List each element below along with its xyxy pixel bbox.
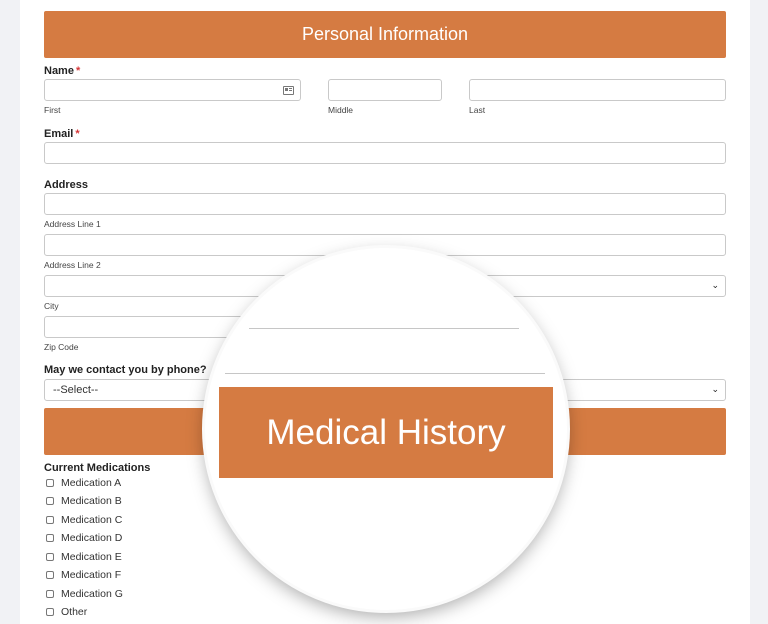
medication-option[interactable]: Medication F [46,569,121,581]
checkbox[interactable] [46,479,54,487]
address-line1-input[interactable] [44,193,726,215]
last-name-sublabel: Last [469,105,486,115]
personal-information-header: Personal Information [44,11,726,58]
contact-by-phone-label: May we contact you by phone? [44,364,207,376]
medication-option[interactable]: Medication C [46,514,122,526]
personal-information-title: Personal Information [301,24,469,44]
current-medications-label: Current Medications [44,462,151,474]
medication-option-label: Medication B [61,495,122,507]
contact-by-phone-selected: --Select-- [53,384,99,396]
medication-option[interactable]: Other [46,606,87,618]
checkbox[interactable] [46,590,54,598]
name-label-text: Name [44,65,74,77]
medication-option[interactable]: Medication B [46,495,122,507]
checkbox[interactable] [46,497,54,505]
medication-option[interactable]: Medication D [46,532,122,544]
checkbox[interactable] [46,608,54,616]
first-name-sublabel: First [44,105,61,115]
magnified-select-edge [225,373,545,374]
chevron-down-icon[interactable]: ⌄ [711,384,719,395]
address-line1-sublabel: Address Line 1 [44,219,101,229]
magnified-medical-history-header: Medical History [219,387,553,478]
medication-option[interactable]: Medication G [46,588,123,600]
medication-option[interactable]: Medication E [46,551,122,563]
email-label: Email * [44,128,80,140]
chevron-down-icon[interactable]: ⌄ [711,280,719,291]
name-label: Name * [44,65,80,77]
checkbox[interactable] [46,553,54,561]
middle-name-input[interactable] [328,79,442,101]
address-line2-sublabel: Address Line 2 [44,260,101,270]
medication-option-label: Medication E [61,551,122,563]
magnifier-lens: Medical History [205,248,567,610]
checkbox[interactable] [46,534,54,542]
email-input[interactable] [44,142,726,164]
contact-card-icon[interactable] [283,86,294,95]
name-required-mark: * [75,65,81,77]
medication-option-label: Other [61,606,88,618]
medication-option[interactable]: Medication A [46,477,121,489]
email-label-text: Email [44,128,74,140]
email-required-mark: * [75,128,80,140]
medication-option-label: Medication D [61,532,123,544]
first-name-input[interactable] [44,79,301,101]
medication-option-label: Medication G [61,588,123,600]
medication-option-label: Medication A [61,477,122,489]
medication-option-label: Medication C [61,514,123,526]
checkbox[interactable] [46,516,54,524]
checkbox[interactable] [46,571,54,579]
magnified-input-edge [249,328,519,329]
address-label: Address [44,179,89,191]
last-name-input[interactable] [469,79,726,101]
medical-history-title: Medical History [266,412,506,452]
magnified-view: Medical History [205,248,567,610]
middle-name-sublabel: Middle [328,105,354,115]
medication-option-label: Medication F [61,569,122,581]
city-sublabel: City [44,301,59,311]
zip-code-sublabel: Zip Code [44,342,79,352]
